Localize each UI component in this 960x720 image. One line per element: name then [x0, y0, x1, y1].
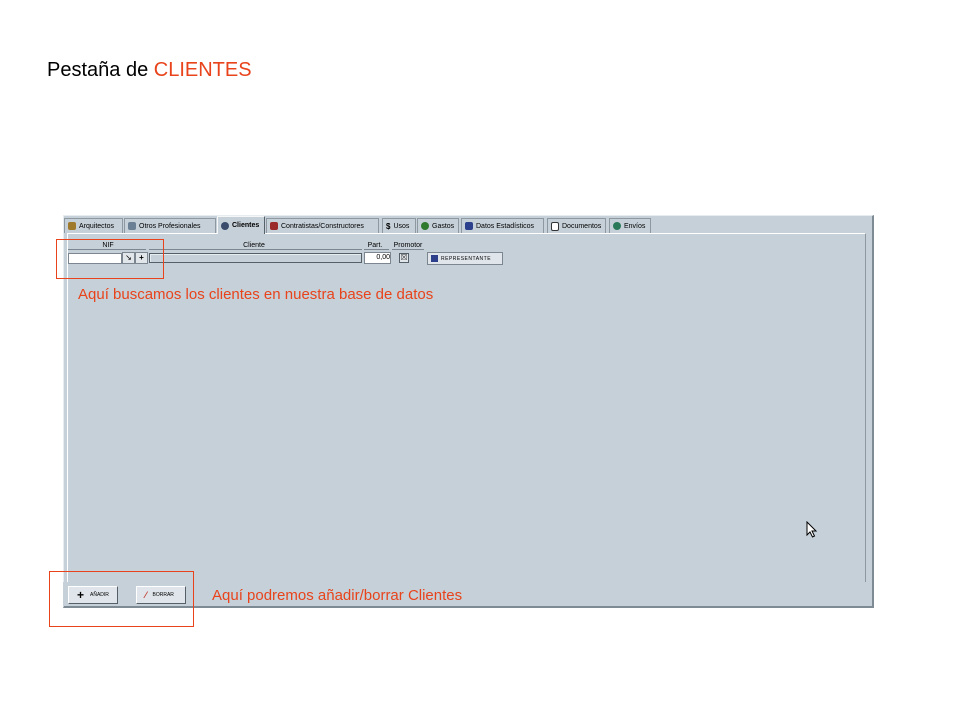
bar-chart-icon — [465, 222, 473, 230]
tab-datos-estadisticos[interactable]: Datos Estadísticos — [461, 218, 544, 233]
tab-otros-profesionales[interactable]: Otros Profesionales — [124, 218, 216, 233]
tab-label: Envíos — [624, 222, 646, 230]
money-bag-icon — [421, 222, 429, 230]
tab-envios[interactable]: Envíos — [609, 218, 651, 233]
header-divider — [392, 249, 424, 250]
architect-icon — [68, 222, 76, 230]
dollar-icon: $ — [386, 221, 391, 231]
tab-label: Otros Profesionales — [139, 222, 201, 230]
tab-label: Clientes — [232, 222, 260, 229]
page-title-highlight: CLIENTES — [153, 59, 252, 81]
column-header-promotor: Promotor — [393, 242, 423, 249]
tab-label: Arquitectos — [79, 222, 115, 230]
annotation-add-delete-text: Aquí podremos añadir/borrar Clientes — [212, 587, 463, 604]
column-header-cliente: Cliente — [243, 242, 265, 249]
tab-label: Datos Estadísticos — [476, 222, 534, 230]
builder-icon — [270, 222, 278, 230]
part-field[interactable]: 0,00 — [364, 252, 391, 264]
send-icon — [613, 222, 621, 230]
promotor-checkbox[interactable]: ☒ — [399, 253, 409, 263]
representante-button[interactable]: REPRESENTANTE — [427, 252, 503, 265]
annotation-box-buttons — [49, 571, 194, 627]
tab-arquitectos[interactable]: Arquitectos — [64, 218, 123, 233]
tab-label: Usos — [393, 222, 410, 230]
header-divider — [364, 249, 389, 250]
page-title-prefix: Pestaña de — [47, 59, 154, 81]
tab-documentos[interactable]: Documentos — [547, 218, 606, 233]
representative-icon — [431, 255, 438, 262]
tab-bar: Arquitectos Otros Profesionales Clientes… — [64, 216, 872, 234]
annotation-box-search — [56, 239, 164, 279]
mouse-cursor-icon — [806, 521, 818, 538]
annotation-search-text: Aquí buscamos los clientes en nuestra ba… — [78, 286, 434, 303]
app-window: Arquitectos Otros Profesionales Clientes… — [63, 215, 874, 608]
folder-icon — [128, 222, 136, 230]
header-divider — [149, 249, 362, 250]
tab-label: Gastos — [432, 222, 455, 230]
page-title: Pestaña de CLIENTES — [47, 59, 252, 82]
representante-label: REPRESENTANTE — [441, 255, 492, 262]
tab-gastos[interactable]: Gastos — [417, 218, 459, 233]
client-icon — [221, 221, 229, 230]
tab-label: Contratistas/Constructores — [281, 222, 364, 230]
client-name-field[interactable] — [149, 253, 362, 263]
tab-label: Documentos — [562, 222, 602, 230]
tab-usos[interactable]: $ Usos — [382, 218, 416, 233]
column-header-part: Part. — [367, 242, 383, 249]
document-icon — [551, 221, 559, 231]
tab-contratistas[interactable]: Contratistas/Constructores — [266, 218, 379, 233]
tab-clientes[interactable]: Clientes — [217, 216, 265, 234]
